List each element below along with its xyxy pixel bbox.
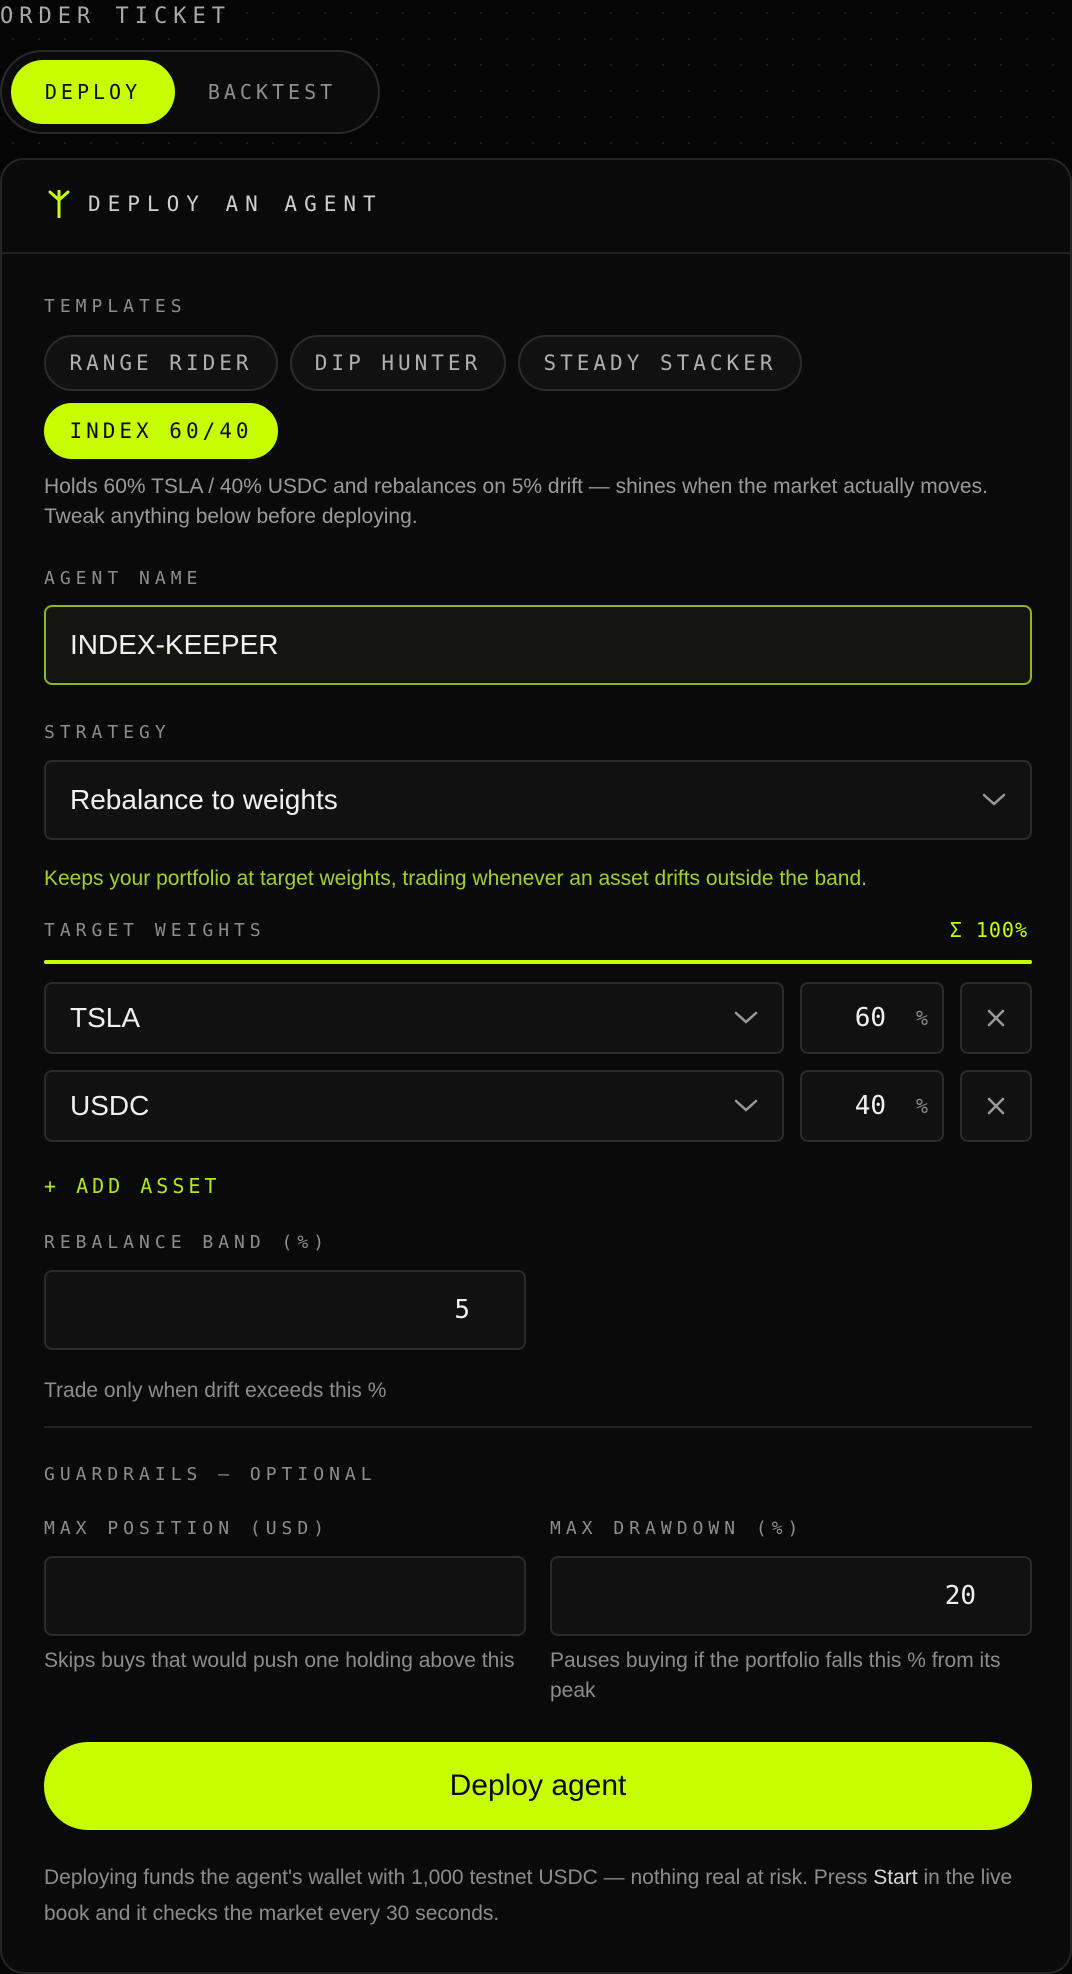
strategy-value: Rebalance to weights [70,784,338,815]
asset-select-usdc[interactable]: USDC [44,1070,784,1142]
deploy-agent-button[interactable]: Deploy agent [44,1742,1032,1830]
agent-name-label: AGENT NAME [44,568,203,589]
close-icon [987,1009,1005,1027]
rebalance-band-hint: Trade only when drift exceeds this % [44,1379,387,1402]
tab-backtest[interactable]: BACKTEST [184,60,360,124]
close-icon [987,1097,1005,1115]
weights-sum: Σ 100% [949,918,1028,942]
rebalance-band-label: REBALANCE BAND (%) [44,1232,330,1253]
asset-value: TSLA [70,1002,141,1033]
add-asset-button[interactable]: + ADD ASSET [44,1174,220,1198]
max-position-input[interactable] [44,1556,526,1636]
template-index-60-40[interactable]: INDEX 60/40 [44,403,278,459]
chevron-down-icon [734,1099,758,1112]
percent-unit: % [915,1006,928,1030]
asset-select-tsla[interactable]: TSLA [44,982,784,1054]
rebalance-band-input[interactable]: 5 [44,1270,526,1350]
max-position-label: MAX POSITION (USD) [44,1518,330,1539]
strategy-description: Keeps your portfolio at target weights, … [44,867,867,890]
card-title: DEPLOY AN AGENT [88,192,383,216]
max-drawdown-hint: Pauses buying if the portfolio falls thi… [550,1649,1001,1702]
divider [44,1426,1032,1428]
percent-unit: % [915,1094,928,1118]
template-dip-hunter[interactable]: DIP HUNTER [290,335,506,391]
asset-value: USDC [70,1090,150,1121]
max-position-hint: Skips buys that would push one holding a… [44,1649,515,1672]
chevron-down-icon [734,1011,758,1024]
guardrails-label: GUARDRAILS — OPTIONAL [44,1464,377,1485]
deploy-footnote: Deploying funds the agent's wallet with … [44,1860,1032,1932]
card-header: DEPLOY AN AGENT [2,160,1070,254]
remove-asset-usdc-button[interactable] [960,1070,1032,1142]
template-range-rider[interactable]: RANGE RIDER [44,335,278,391]
chevron-down-icon [982,793,1006,806]
target-weights-label: TARGET WEIGHTS [44,920,266,941]
rebalance-band-value: 5 [454,1295,470,1325]
template-steady-stacker[interactable]: STEADY STACKER [518,335,802,391]
strategy-select[interactable]: Rebalance to weights [44,760,1032,840]
weight-value: 60 [854,1003,886,1033]
tab-deploy[interactable]: DEPLOY [11,60,175,124]
remove-asset-tsla-button[interactable] [960,982,1032,1054]
templates-label: TEMPLATES [44,296,187,317]
weights-progress-bar [44,960,1032,964]
template-description: Holds 60% TSLA / 40% USDC and rebalances… [44,475,988,528]
agent-name-value: INDEX-KEEPER [70,629,279,660]
footnote-start: Start [873,1866,918,1889]
deploy-agent-card: DEPLOY AN AGENT TEMPLATES RANGE RIDER DI… [0,158,1072,1974]
agent-icon [48,190,70,218]
strategy-label: STRATEGY [44,722,171,743]
agent-name-input[interactable]: INDEX-KEEPER [44,605,1032,685]
mode-switch: DEPLOY BACKTEST [0,50,380,134]
weight-input-usdc[interactable]: 40 % [800,1070,944,1142]
max-drawdown-value: 20 [944,1581,976,1611]
max-drawdown-label: MAX DRAWDOWN (%) [550,1518,804,1539]
order-ticket-title: ORDER TICKET [0,4,231,29]
max-drawdown-input[interactable]: 20 [550,1556,1032,1636]
weight-value: 40 [854,1091,886,1121]
weight-input-tsla[interactable]: 60 % [800,982,944,1054]
footnote-text: Deploying funds the agent's wallet with … [44,1866,874,1889]
